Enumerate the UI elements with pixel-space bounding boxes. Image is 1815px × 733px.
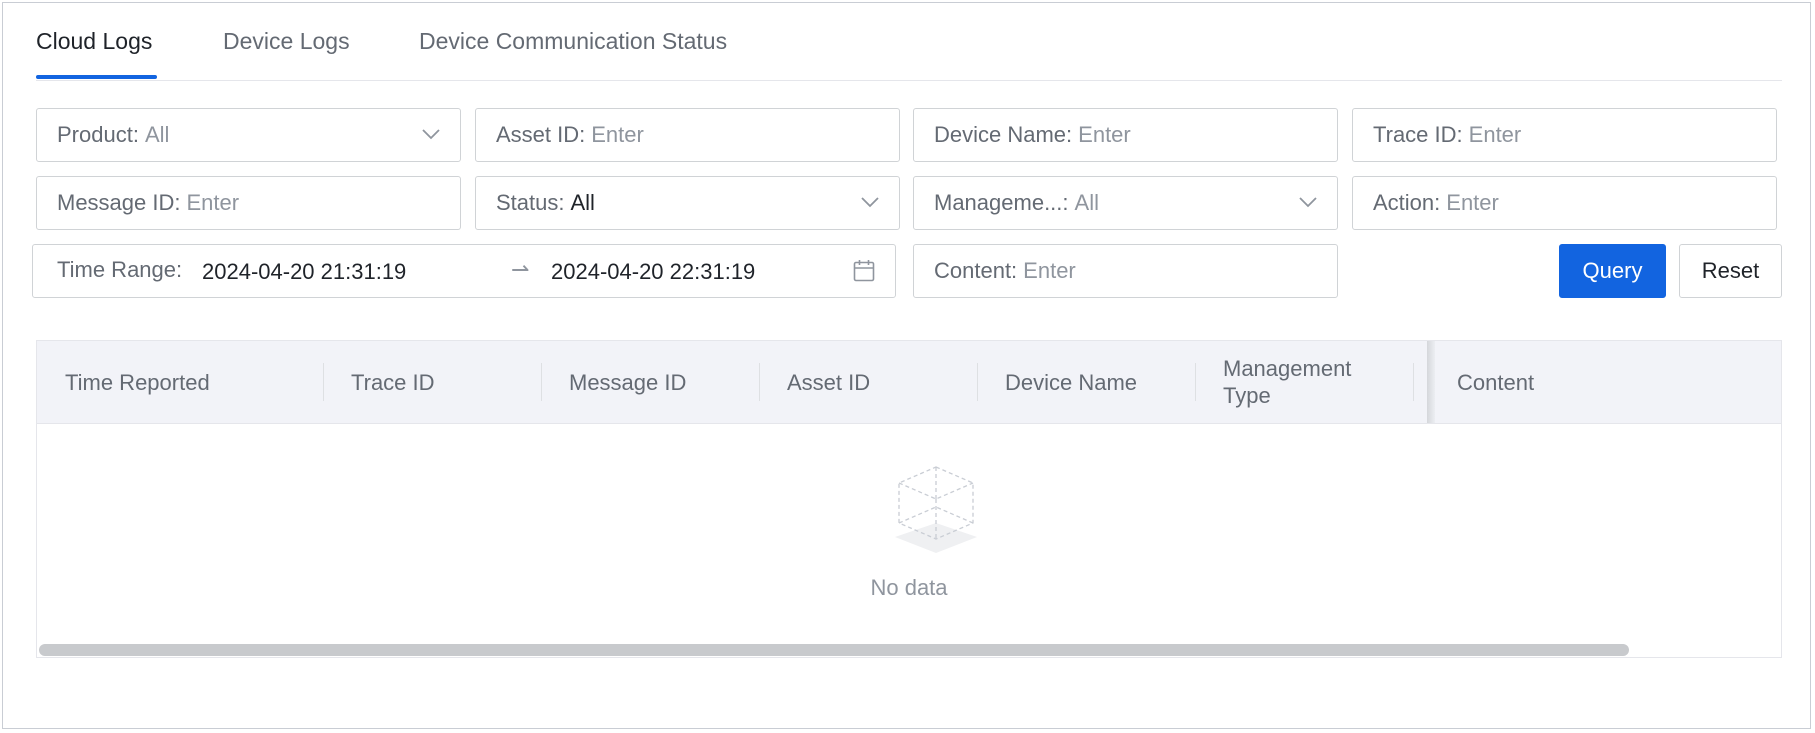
asset-id-label: Asset ID: bbox=[496, 122, 586, 147]
column-divider[interactable] bbox=[1195, 363, 1196, 401]
arrow-right-icon: ⇀ bbox=[511, 257, 530, 282]
message-id-placeholder: Enter bbox=[186, 190, 240, 215]
device-name-input[interactable]: Device Name: Enter bbox=[913, 108, 1338, 162]
calendar-icon bbox=[853, 260, 875, 282]
product-label: Product: bbox=[57, 122, 139, 147]
log-tabs: Cloud Logs Device Logs Device Communicat… bbox=[36, 0, 1782, 81]
logs-table: Time Reported Trace ID Message ID Asset … bbox=[36, 340, 1782, 658]
empty-box-icon bbox=[895, 466, 977, 553]
fixed-column-shadow bbox=[1427, 341, 1435, 423]
column-device-name: Device Name bbox=[1005, 369, 1138, 395]
asset-id-placeholder: Enter bbox=[591, 122, 644, 147]
reset-button[interactable]: Reset bbox=[1679, 244, 1782, 298]
tab-device-communication-status[interactable]: Device Communication Status bbox=[419, 28, 727, 55]
content-input[interactable]: Content: Enter bbox=[913, 244, 1338, 298]
time-range-start[interactable]: 2024-04-20 21:31:19 bbox=[202, 259, 406, 285]
message-id-input[interactable]: Message ID: Enter bbox=[36, 176, 461, 230]
column-divider[interactable] bbox=[759, 363, 760, 401]
chevron-down-icon bbox=[1299, 197, 1317, 208]
message-id-label: Message ID: bbox=[57, 190, 181, 215]
management-type-value: All bbox=[1074, 190, 1099, 215]
management-type-select[interactable]: Manageme...: All bbox=[913, 176, 1338, 230]
column-message-id: Message ID bbox=[569, 369, 687, 395]
product-select[interactable]: Product: All bbox=[36, 108, 461, 162]
trace-id-input[interactable]: Trace ID: Enter bbox=[1352, 108, 1777, 162]
product-value: All bbox=[144, 122, 170, 147]
tab-device-logs[interactable]: Device Logs bbox=[223, 28, 350, 55]
horizontal-scrollbar[interactable] bbox=[39, 644, 1629, 656]
device-name-placeholder: Enter bbox=[1078, 122, 1131, 147]
query-button[interactable]: Query bbox=[1559, 244, 1666, 298]
column-trace-id: Trace ID bbox=[351, 369, 435, 395]
status-select[interactable]: Status: All bbox=[475, 176, 900, 230]
column-asset-id: Asset ID bbox=[787, 369, 871, 395]
action-input[interactable]: Action: Enter bbox=[1352, 176, 1777, 230]
active-tab-indicator bbox=[36, 75, 157, 79]
column-management-type: Management Type bbox=[1223, 356, 1352, 408]
trace-id-placeholder: Enter bbox=[1468, 122, 1522, 147]
management-type-label: Manageme...: bbox=[934, 190, 1069, 215]
column-divider[interactable] bbox=[1413, 363, 1414, 401]
action-label: Action: bbox=[1373, 190, 1441, 215]
column-content: Content bbox=[1457, 369, 1535, 395]
table-header: Time Reported Trace ID Message ID Asset … bbox=[37, 341, 1781, 424]
time-range-end[interactable]: 2024-04-20 22:31:19 bbox=[551, 259, 755, 285]
column-divider[interactable] bbox=[323, 363, 324, 401]
column-divider[interactable] bbox=[977, 363, 978, 401]
content-placeholder: Enter bbox=[1023, 258, 1076, 283]
column-time-reported: Time Reported bbox=[65, 369, 210, 395]
time-range-label: Time Range: bbox=[57, 257, 183, 282]
column-divider[interactable] bbox=[541, 363, 542, 401]
device-name-label: Device Name: bbox=[934, 122, 1073, 147]
trace-id-label: Trace ID: bbox=[1373, 122, 1463, 147]
content-label: Content: bbox=[934, 258, 1018, 283]
chevron-down-icon bbox=[861, 197, 879, 208]
chevron-down-icon bbox=[422, 129, 440, 140]
asset-id-input[interactable]: Asset ID: Enter bbox=[475, 108, 900, 162]
time-range-picker[interactable]: Time Range: 2024-04-20 21:31:19 ⇀ 2024-0… bbox=[32, 244, 896, 298]
empty-state-text: No data bbox=[870, 575, 948, 600]
status-value: All bbox=[570, 190, 595, 215]
tab-cloud-logs[interactable]: Cloud Logs bbox=[36, 28, 152, 55]
status-label: Status: bbox=[496, 190, 565, 215]
action-placeholder: Enter bbox=[1446, 190, 1499, 215]
